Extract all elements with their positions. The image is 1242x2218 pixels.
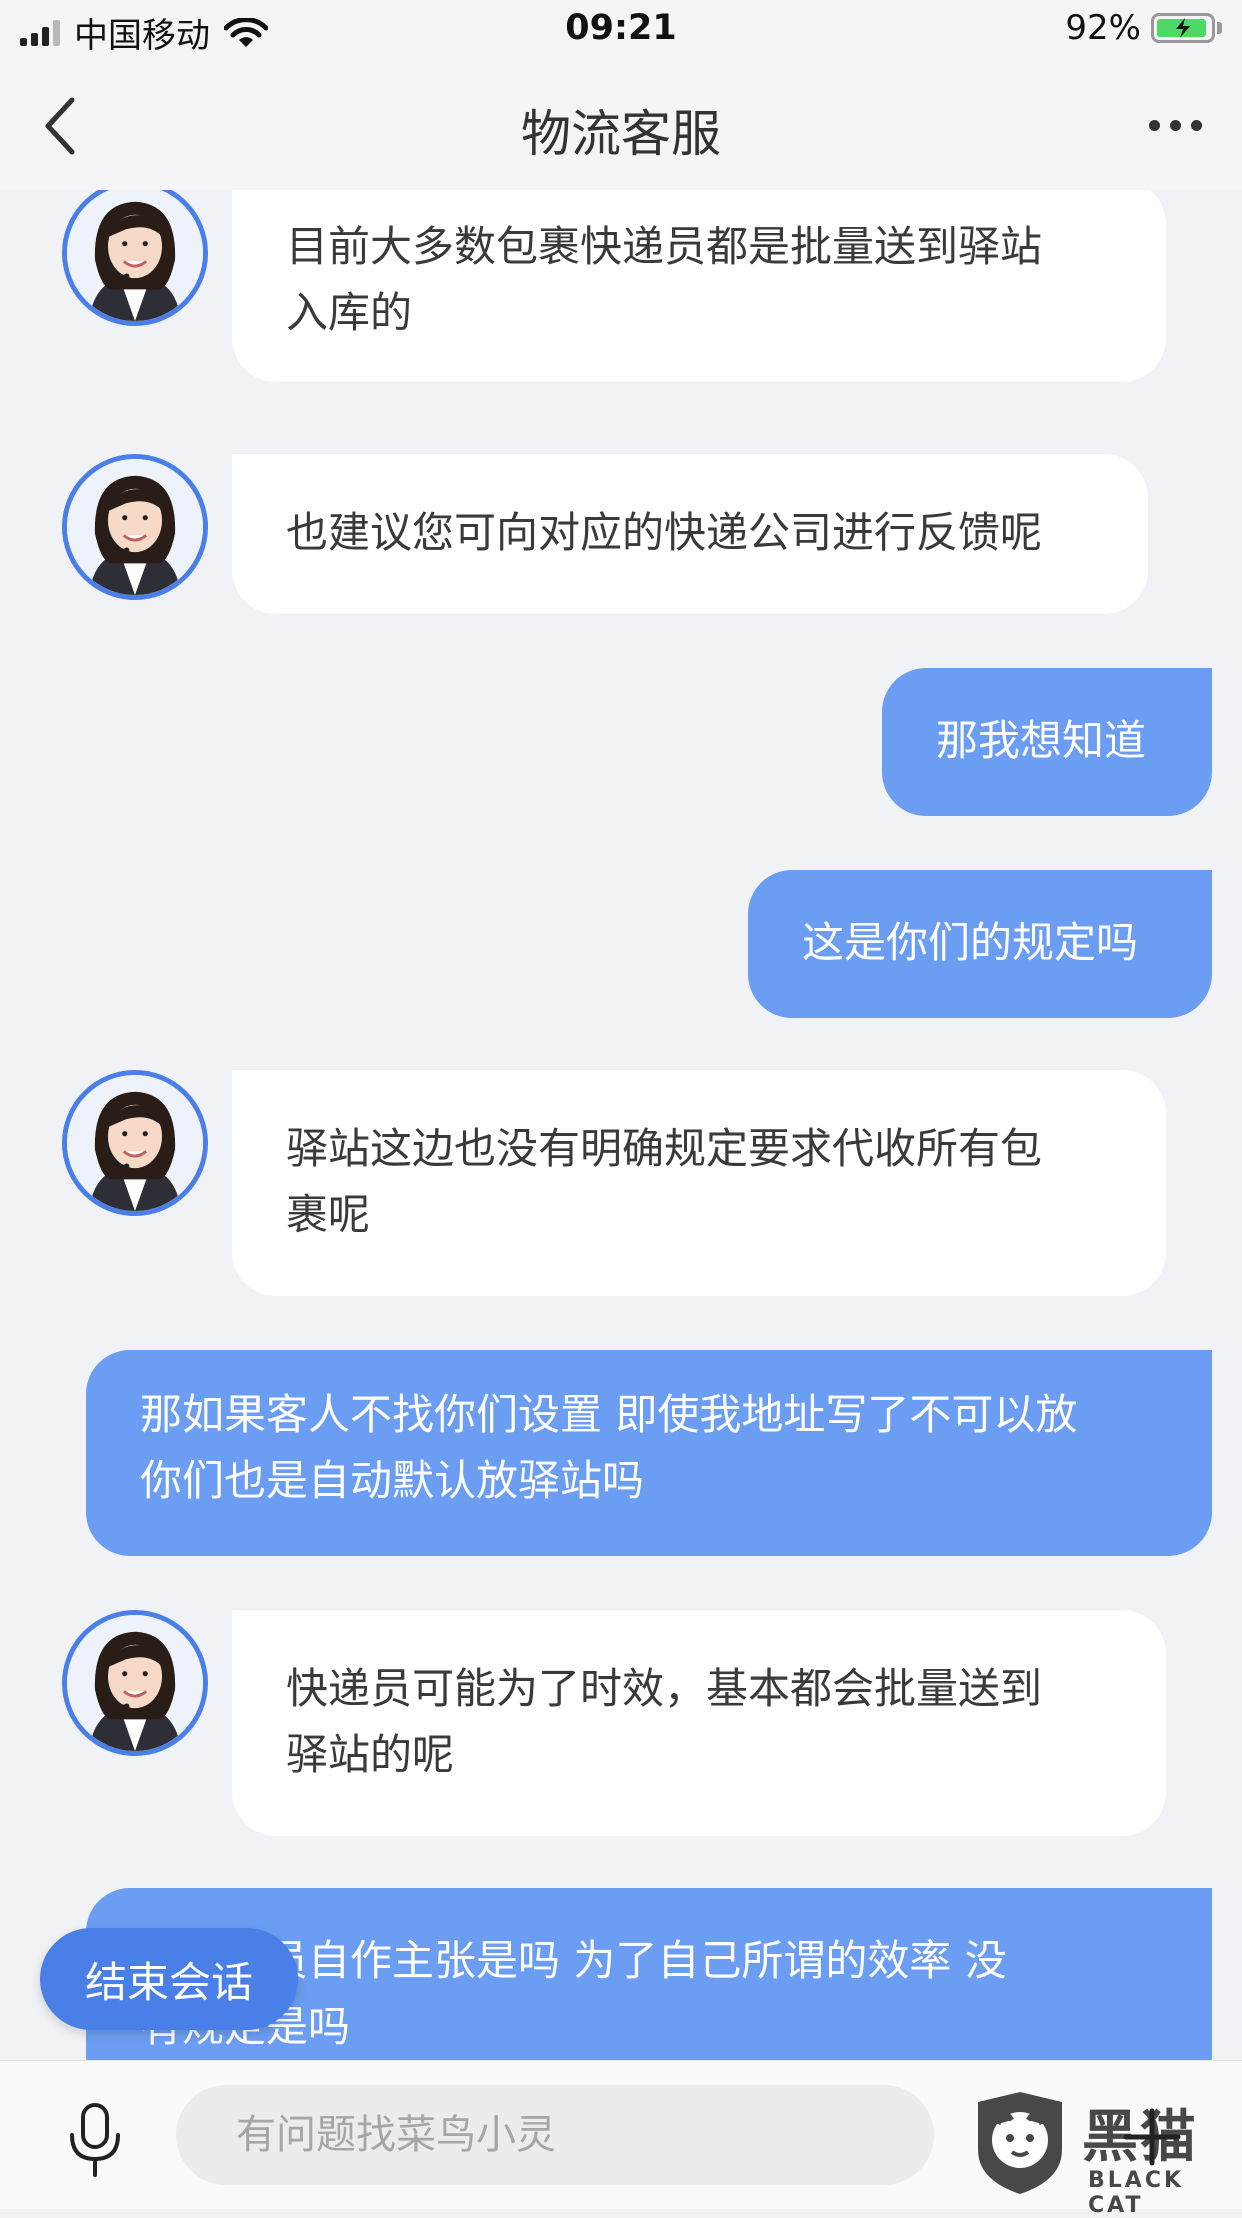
watermark: 黑猫 BLACK CAT xyxy=(970,2088,1232,2218)
battery-icon xyxy=(1151,13,1215,43)
page-title: 物流客服 xyxy=(521,105,721,163)
status-right: 92% xyxy=(1065,8,1222,48)
agent-message: 目前大多数包裹快递员都是批量送到驿站 入库的 xyxy=(232,190,1166,382)
agent-message: 驿站这边也没有明确规定要求代收所有包 裹呢 xyxy=(232,1070,1166,1296)
agent-message: 也建议您可向对应的快递公司进行反馈呢 xyxy=(232,454,1148,614)
end-chat-button[interactable]: 结束会话 xyxy=(40,1928,298,2030)
agent-avatar xyxy=(62,1070,208,1216)
agent-avatar xyxy=(62,190,208,326)
nav-bar: 物流客服 xyxy=(0,64,1242,190)
chat-area[interactable]: 目前大多数包裹快递员都是批量送到驿站 入库的 也建议您可向对应的快递公司进行反馈… xyxy=(0,190,1242,2060)
user-message: 那如果客人不找你们设置 即使我地址写了不可以放 你们也是自动默认放驿站吗 xyxy=(86,1350,1212,1556)
agent-message: 快递员可能为了时效，基本都会批量送到 驿站的呢 xyxy=(232,1610,1166,1836)
clock: 09:21 xyxy=(565,8,677,48)
agent-avatar xyxy=(62,1610,208,1756)
watermark-text: 黑猫 xyxy=(1082,2105,1198,2170)
user-message: 那我想知道 xyxy=(882,668,1212,816)
black-cat-logo-icon xyxy=(978,2092,1062,2194)
agent-avatar xyxy=(62,454,208,600)
message-input[interactable] xyxy=(176,2085,934,2185)
battery-tip xyxy=(1217,22,1222,34)
more-options-icon[interactable] xyxy=(1149,120,1202,131)
user-message: 这是你们的规定吗 xyxy=(748,870,1212,1018)
status-bar: 中国移动 09:21 92% xyxy=(0,0,1242,64)
microphone-icon[interactable] xyxy=(60,2101,130,2179)
battery-percent: 92% xyxy=(1065,8,1141,48)
watermark-subtext: BLACK CAT xyxy=(1088,2168,1185,2218)
